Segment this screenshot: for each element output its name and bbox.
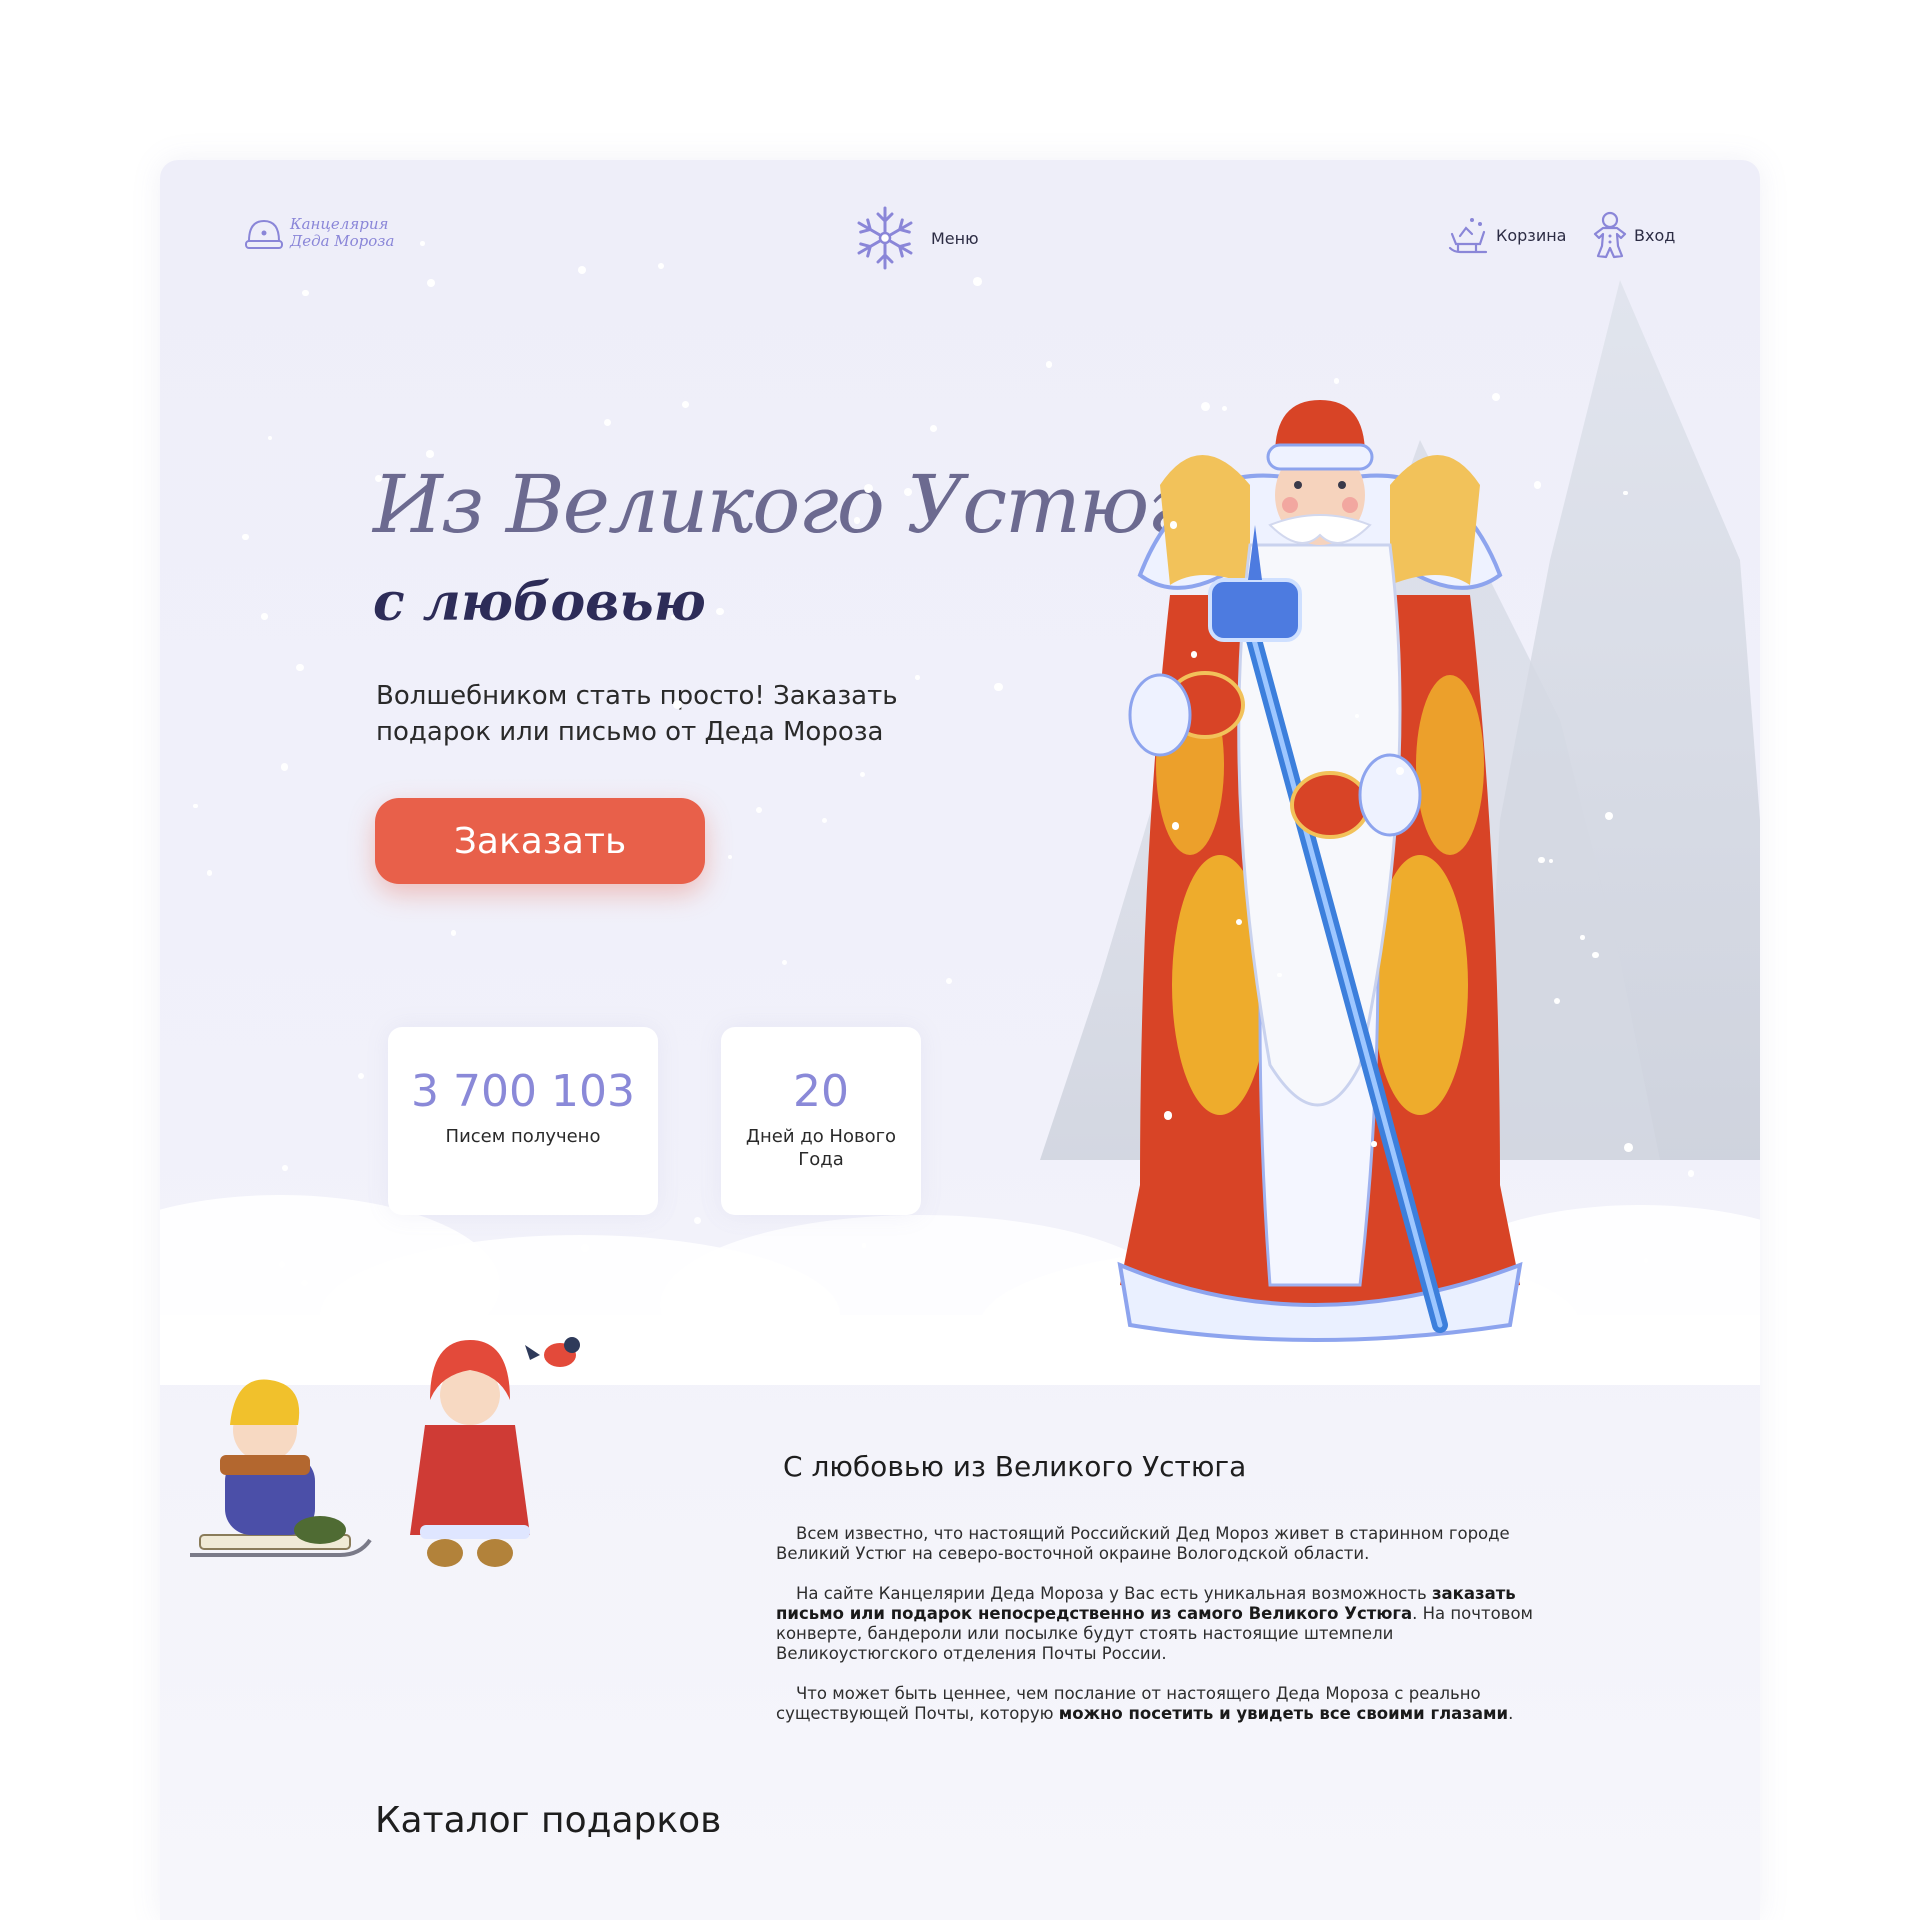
snowflake-dot	[301, 1280, 308, 1287]
snowflake-dot	[581, 1244, 590, 1252]
days-left-card: 20 Дней до Нового Года	[721, 1027, 921, 1215]
ded-moroz-illustration	[1117, 400, 1523, 1342]
snowflake-dot	[426, 279, 435, 288]
snowflake-dot	[296, 663, 304, 671]
snowflake-dot	[657, 262, 665, 270]
site-logo[interactable]: Канцелярия Деда Мороза	[244, 215, 394, 251]
snowflake-dot	[242, 533, 249, 541]
snowflake-dot	[206, 870, 213, 876]
snowflake-dot	[1371, 1141, 1377, 1147]
snowflake-dot	[357, 1072, 364, 1080]
snowflake-dot	[728, 855, 733, 860]
snowflake-dot	[280, 763, 289, 771]
snowflake-dot	[715, 607, 724, 616]
snowflake-dot	[279, 1261, 286, 1268]
catalog-title: Каталог подарков	[375, 1800, 722, 1841]
cart-label: Корзина	[1496, 225, 1567, 245]
letters-received-card: 3 700 103 Писем получено	[388, 1027, 658, 1215]
login-label: Вход	[1634, 225, 1676, 245]
snowflake-dot	[972, 276, 982, 286]
about-paragraph-3: Что может быть ценнее, чем послание от н…	[776, 1684, 1556, 1724]
gingerbread-icon	[1593, 211, 1627, 259]
hero-description: Волшебником стать просто! Заказать подар…	[376, 681, 898, 747]
about-title: С любовью из Великого Устюга	[783, 1450, 1247, 1483]
about-paragraph-2: На сайте Канцелярии Деда Мороза у Вас ес…	[776, 1584, 1556, 1664]
snowflake-dot	[1580, 935, 1585, 940]
snowflake-dot	[1354, 713, 1359, 718]
snowflake-dot	[281, 1165, 288, 1171]
about-p2-text-a: На сайте Канцелярии Деда Мороза у Вас ес…	[796, 1584, 1432, 1603]
snowflake-dot	[420, 240, 425, 246]
cart-link[interactable]: Корзина	[1446, 214, 1566, 256]
snowflake-dot	[450, 930, 457, 937]
snowflake-dot	[755, 806, 763, 814]
snowflake-dot	[603, 418, 612, 427]
about-paragraph-1: Всем известно, что настоящий Российский …	[776, 1524, 1510, 1563]
days-left-value: 20	[793, 1066, 849, 1117]
snowflake-dot	[1687, 1170, 1695, 1177]
snowflake-dot	[1623, 490, 1628, 495]
snowflake-dot	[1333, 378, 1340, 384]
snowflake-dot	[929, 425, 937, 432]
login-link[interactable]: Вход	[1592, 210, 1675, 260]
snowflake-dot	[577, 265, 587, 275]
order-button[interactable]: Заказать	[375, 798, 705, 884]
snowflake-dot	[853, 1120, 860, 1127]
menu-button[interactable]: Меню	[853, 203, 979, 273]
about-text: Всем известно, что настоящий Российский …	[776, 1524, 1556, 1744]
letters-received-value: 3 700 103	[411, 1066, 635, 1117]
days-left-label: Дней до Нового Года	[745, 1126, 897, 1170]
snowflake-dot	[1190, 650, 1198, 658]
snowflake-icon	[857, 206, 913, 270]
about-p3-text-c: .	[1508, 1704, 1514, 1723]
snowflake-dot	[1200, 401, 1210, 411]
snowflake-dot	[781, 960, 787, 966]
snowflake-dot	[1538, 856, 1545, 864]
kids-sled-illustration	[190, 1337, 580, 1567]
snowflake-dot	[915, 675, 920, 680]
snowflake-dot	[994, 682, 1003, 692]
letters-received-label: Писем получено	[445, 1126, 601, 1147]
snowflake-dot	[426, 450, 434, 458]
snowflake-dot	[268, 435, 273, 441]
snowflake-dot	[794, 1036, 802, 1044]
menu-label: Меню	[931, 228, 979, 248]
snowflake-dot	[1592, 951, 1599, 959]
hero-subtitle: с любовью	[373, 572, 706, 633]
logo-line-2: Деда Мороза	[290, 232, 395, 250]
snowflake-dot	[1643, 1258, 1649, 1263]
snowflake-dot	[193, 803, 198, 809]
sleigh-icon	[1448, 218, 1488, 254]
snowflake-dot	[822, 817, 828, 823]
snowflake-dot	[302, 290, 309, 297]
snowflake-dot	[743, 730, 748, 735]
snowflake-dot	[682, 401, 689, 408]
snowflake-dot	[1533, 481, 1542, 489]
page-container: Канцелярия Деда Мороза Меню Корзина Вход…	[160, 160, 1760, 1920]
snowglobe-logo-icon	[245, 219, 283, 249]
snowflake-dot	[1221, 405, 1227, 412]
about-p3-highlight: можно посетить и увидеть все своими глаз…	[1058, 1704, 1509, 1723]
snowflake-dot	[261, 613, 268, 620]
snowflake-dot	[854, 517, 861, 524]
logo-line-1: Канцелярия	[290, 215, 389, 233]
snowflake-dot	[1396, 767, 1404, 776]
